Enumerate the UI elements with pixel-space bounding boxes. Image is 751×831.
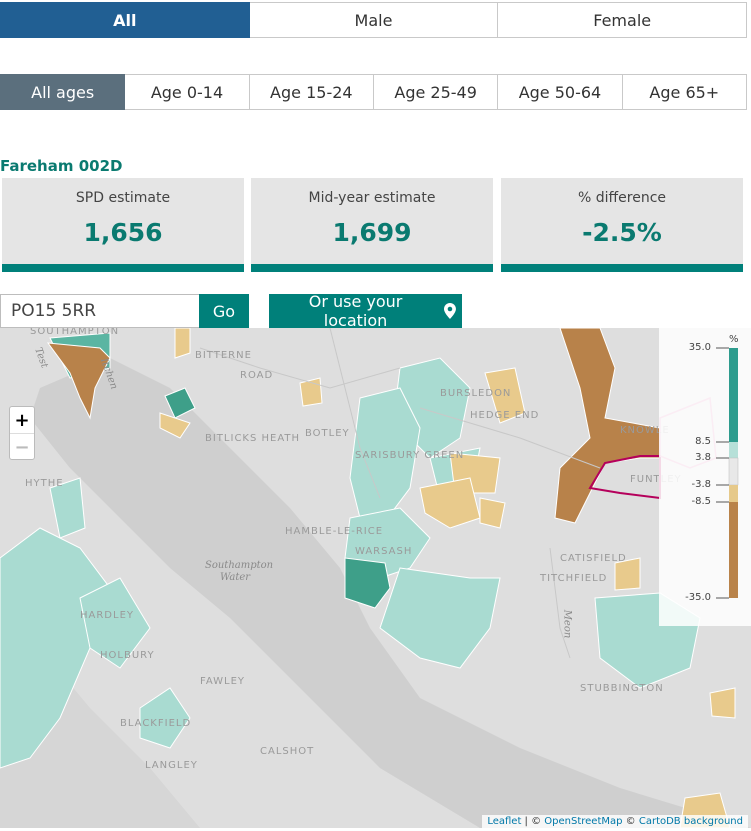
place-label: HARDLEY: [80, 610, 135, 621]
go-button[interactable]: Go: [199, 294, 249, 328]
legend-tick: -35.0: [685, 592, 711, 603]
tab-age-25-49[interactable]: Age 25-49: [373, 74, 499, 110]
place-label: HYTHE: [25, 478, 64, 489]
stat-value: 1,656: [83, 218, 163, 247]
tab-age-15-24[interactable]: Age 15-24: [249, 74, 374, 110]
osm-link[interactable]: OpenStreetMap: [544, 816, 622, 827]
zoom-control: + −: [9, 406, 35, 460]
place-label: BITLICKS HEATH: [205, 433, 301, 444]
tab-female[interactable]: Female: [498, 2, 748, 38]
use-location-label: Or use your location: [308, 292, 403, 330]
place-label: LANGLEY: [145, 760, 198, 771]
place-label: TITCHFIELD: [540, 573, 608, 584]
place-label: BOTLEY: [305, 428, 350, 439]
choropleth-map[interactable]: SOUTHAMPTON BITTERNE ROAD BURSLEDON HEDG…: [0, 328, 751, 828]
tab-age-50-64[interactable]: Age 50-64: [498, 74, 623, 110]
map-pin-icon: [444, 303, 456, 319]
stat-label: % difference: [577, 190, 667, 206]
zoom-in-button[interactable]: +: [10, 407, 34, 433]
zoom-out-button[interactable]: −: [10, 433, 34, 460]
spd-estimate-card: SPD estimate 1,656: [2, 178, 244, 272]
map-legend: % 35.0 8.5 3.8 -3.8 -8.5 -35.0: [659, 328, 751, 626]
place-label: SOUTHAMPTON: [30, 328, 120, 337]
stat-value: -2.5%: [582, 218, 662, 247]
legend-tick: 8.5: [695, 436, 711, 447]
tab-all-ages[interactable]: All ages: [0, 74, 126, 110]
stat-label: SPD estimate: [75, 190, 171, 206]
tab-male[interactable]: Male: [249, 2, 499, 38]
tab-all[interactable]: All: [0, 2, 250, 38]
sex-tab-bar: All Male Female: [0, 2, 748, 38]
legend-scale: [716, 347, 739, 599]
place-label: WARSASH: [355, 546, 413, 557]
stat-value: 1,699: [332, 218, 412, 247]
place-label: FAWLEY: [200, 676, 246, 687]
river-label: Meon: [561, 609, 573, 639]
postcode-input[interactable]: [0, 294, 199, 328]
attribution-separator: ©: [622, 816, 639, 827]
tab-age-65-plus[interactable]: Age 65+: [622, 74, 747, 110]
percent-difference-card: % difference -2.5%: [501, 178, 743, 272]
legend-tick: -3.8: [691, 479, 711, 490]
legend-tick: 3.8: [695, 452, 711, 463]
place-label: BURSLEDON: [440, 388, 512, 399]
place-label: SARISBURY GREEN: [355, 450, 465, 461]
place-label: CATISFIELD: [560, 553, 627, 564]
carto-link[interactable]: CartoDB background: [639, 816, 743, 827]
place-label: ROAD: [240, 370, 274, 381]
area-title: Fareham 002D: [0, 157, 123, 175]
place-label: HEDGE END: [470, 410, 540, 421]
attribution-separator: | ©: [521, 816, 545, 827]
place-label: BITTERNE: [195, 350, 252, 361]
place-label: HOLBURY: [100, 650, 155, 661]
place-label: CALSHOT: [260, 746, 315, 757]
map-tiles: [0, 328, 751, 828]
mid-year-estimate-card: Mid-year estimate 1,699: [251, 178, 493, 272]
legend-tick: 35.0: [688, 342, 711, 353]
map-attribution: Leaflet | © OpenStreetMap © CartoDB back…: [482, 815, 748, 828]
place-label: HAMBLE-LE-RICE: [285, 526, 384, 537]
stat-label: Mid-year estimate: [308, 190, 436, 206]
legend-tick: -8.5: [691, 496, 711, 507]
use-location-button[interactable]: Or use your location: [269, 292, 462, 330]
water-label: Southampton Water: [205, 560, 274, 583]
age-tab-bar: All ages Age 0-14 Age 15-24 Age 25-49 Ag…: [0, 74, 747, 110]
place-label: STUBBINGTON: [580, 683, 664, 694]
tab-age-0-14[interactable]: Age 0-14: [125, 74, 250, 110]
leaflet-link[interactable]: Leaflet: [487, 816, 521, 827]
place-label: BLACKFIELD: [120, 718, 192, 729]
